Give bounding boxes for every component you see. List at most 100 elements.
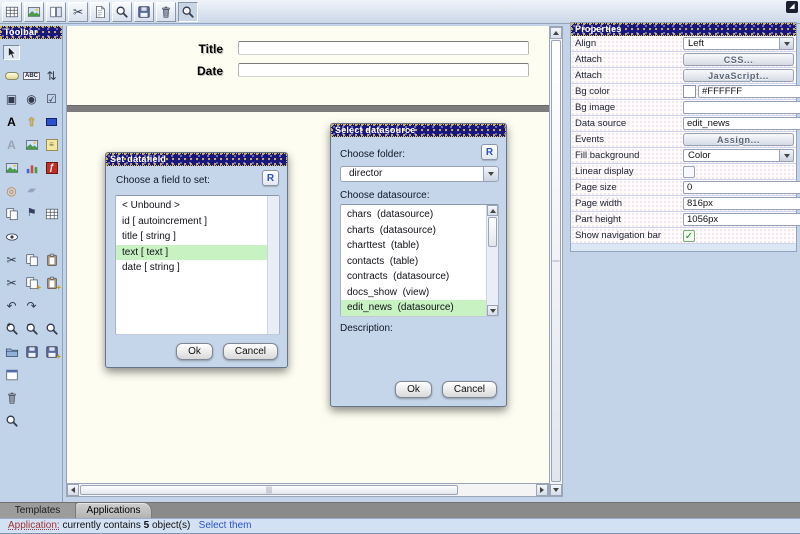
checkbox-tool-icon[interactable]: ☑ [43, 91, 60, 106]
scroll-down-button[interactable] [487, 305, 498, 316]
list-item[interactable]: < Unbound > [116, 198, 279, 214]
cut-button[interactable]: ✂ [68, 2, 88, 22]
part-height-input[interactable] [683, 213, 800, 226]
list-item[interactable]: chars (datasource) [341, 207, 498, 223]
inspect-tool-icon[interactable] [3, 413, 20, 428]
cancel-button[interactable]: Cancel [442, 381, 497, 398]
scrollbar-tool-icon[interactable]: ⇅ [43, 68, 60, 83]
list-item[interactable]: contacts (table) [341, 254, 498, 270]
scroll-right-button[interactable] [536, 484, 548, 496]
text-tool-icon[interactable]: A [3, 114, 20, 129]
tab-templates[interactable]: Templates [0, 503, 76, 519]
static-text-tool-icon[interactable]: A [3, 137, 20, 152]
folder-select[interactable]: director [340, 166, 499, 182]
select-datasource-titlebar[interactable]: Select datasource [331, 124, 506, 137]
cut-special-tool-icon[interactable]: ✂ [3, 275, 20, 290]
split-view-button[interactable] [46, 2, 66, 22]
scroll-up-button[interactable] [487, 205, 498, 216]
data-source-input[interactable] [683, 117, 800, 130]
save-as-icon[interactable]: + [43, 344, 60, 359]
tab-applications[interactable]: Applications [76, 503, 152, 519]
bg-color-input[interactable] [698, 85, 800, 98]
list-item[interactable]: date [ string ] [116, 260, 279, 276]
list-item[interactable]: id [ autoincrement ] [116, 214, 279, 230]
memo-tool-icon[interactable]: ≡ [43, 137, 60, 152]
media-tool-icon[interactable]: ƒ [43, 160, 60, 175]
rectangle-tool-icon[interactable] [43, 114, 60, 129]
list-scrollbar[interactable] [486, 205, 498, 316]
zoom-in-icon[interactable]: + [3, 321, 20, 336]
list-item[interactable]: contracts (datasource) [341, 269, 498, 285]
scroll-down-button[interactable] [550, 484, 562, 496]
list-item[interactable]: charttest (table) [341, 238, 498, 254]
radio-tool-icon[interactable]: ◉ [23, 91, 40, 106]
list-item[interactable]: docs_show (view) [341, 285, 498, 301]
page-size-input[interactable] [683, 181, 800, 194]
reload-button[interactable]: R [262, 170, 279, 186]
list-scroll-thumb[interactable] [488, 217, 497, 247]
list-item[interactable]: news_display (query) [341, 316, 498, 318]
find-button[interactable] [112, 2, 132, 22]
flag-tool-icon[interactable]: ⚑ [23, 206, 40, 221]
bg-image-input[interactable] [683, 101, 800, 114]
push-button-tool-icon[interactable] [3, 68, 20, 83]
open-folder-icon[interactable] [3, 344, 20, 359]
zoom-icon[interactable] [43, 321, 60, 336]
cells-tool-icon[interactable] [43, 206, 60, 221]
window-tool-icon[interactable] [3, 367, 20, 382]
cut-tool-icon[interactable]: ✂ [3, 252, 20, 267]
field-list[interactable]: < Unbound > id [ autoincrement ] title [… [115, 195, 280, 335]
scroll-left-button[interactable] [67, 484, 79, 496]
redo-icon[interactable]: ↷ [23, 298, 40, 313]
label-tool-icon[interactable]: ABC [23, 68, 40, 83]
image-field-tool-icon[interactable] [23, 137, 40, 152]
scroll-up-button[interactable] [550, 27, 562, 39]
paste-special-tool-icon[interactable]: + [43, 275, 60, 290]
undo-icon[interactable]: ↶ [3, 298, 20, 313]
ring-tool-icon[interactable]: ◎ [3, 183, 20, 198]
reload-button[interactable]: R [481, 144, 498, 160]
list-item[interactable]: title [ string ] [116, 229, 279, 245]
chevron-down-icon[interactable] [779, 149, 794, 162]
list-item-selected[interactable]: text [ text ] [116, 245, 279, 261]
color-swatch[interactable] [683, 85, 696, 98]
delete-button[interactable] [156, 2, 176, 22]
data-grid-button[interactable] [2, 2, 22, 22]
ok-button[interactable]: Ok [176, 343, 213, 360]
datasource-list[interactable]: chars (datasource) charts (datasource) c… [340, 204, 499, 317]
layers-tool-icon[interactable] [3, 206, 20, 221]
pointer-tool-icon[interactable] [3, 45, 20, 60]
align-select[interactable]: Left [683, 37, 794, 50]
list-item-selected[interactable]: edit_news (datasource) [341, 300, 498, 316]
copy-special-tool-icon[interactable]: + [23, 275, 40, 290]
chevron-down-icon[interactable] [779, 37, 794, 50]
attach-css-button[interactable]: CSS... [683, 53, 794, 66]
palette-titlebar[interactable]: Toolbar [0, 26, 62, 39]
events-assign-button[interactable]: Assign... [683, 133, 794, 146]
zoom-out-icon[interactable]: − [23, 321, 40, 336]
canvas-horizontal-scrollbar[interactable] [66, 483, 549, 497]
properties-titlebar[interactable]: Properties [571, 23, 796, 36]
fill-background-select[interactable]: Color [683, 149, 794, 162]
date-input[interactable] [238, 63, 529, 77]
page-width-input[interactable] [683, 197, 800, 210]
title-input[interactable] [238, 41, 529, 55]
list-scrollbar[interactable] [267, 196, 279, 334]
dock-icon[interactable]: ◢ [786, 1, 798, 13]
save-button[interactable] [134, 2, 154, 22]
horizontal-scroll-thumb[interactable] [80, 485, 458, 495]
application-link[interactable]: Application: [8, 520, 60, 531]
eye-tool-icon[interactable] [3, 229, 20, 244]
canvas-vertical-scrollbar[interactable] [549, 26, 563, 497]
list-item[interactable]: charts (datasource) [341, 223, 498, 239]
vertical-scroll-thumb[interactable] [551, 40, 561, 482]
select-them-link[interactable]: Select them [199, 520, 252, 531]
zoom-button[interactable] [178, 2, 198, 22]
show-navigation-bar-checkbox[interactable]: ✓ [683, 230, 695, 242]
eraser-tool-icon[interactable]: ▰ [21, 183, 43, 198]
upload-arrow-tool-icon[interactable]: ⇧ [23, 114, 40, 129]
save-icon[interactable] [23, 344, 40, 359]
document-button[interactable] [90, 2, 110, 22]
image-button[interactable] [24, 2, 44, 22]
cancel-button[interactable]: Cancel [223, 343, 278, 360]
